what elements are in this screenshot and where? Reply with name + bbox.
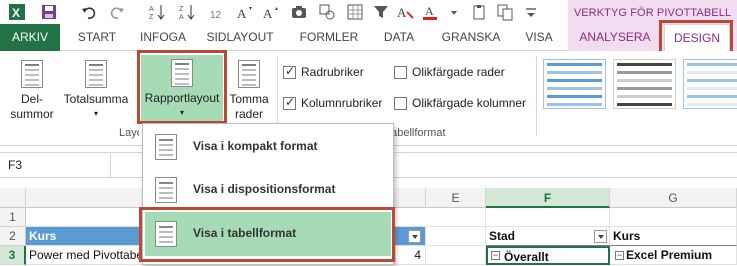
context-tab-group-title: VERKTYG FÖR PIVOTTABELL xyxy=(573,7,732,19)
collapse-minus-icon[interactable]: − xyxy=(491,251,500,260)
column-header-f[interactable]: F xyxy=(486,188,610,208)
olikfargade-rader-label: Olikfärgade rader xyxy=(412,65,505,79)
clear-formatting-icon[interactable]: A xyxy=(396,3,414,21)
font-size-down-icon[interactable]: A xyxy=(236,3,254,21)
cell-d3[interactable]: 4 xyxy=(396,246,426,265)
svg-text:A: A xyxy=(425,4,434,18)
name-box-divider xyxy=(110,153,111,177)
totalsumma-label: Totalsumma xyxy=(63,92,129,106)
svg-text:A: A xyxy=(263,6,273,21)
svg-text:A: A xyxy=(149,6,154,13)
menu-item-label: Visa i dispositionsformat xyxy=(193,182,336,196)
outline-format-icon xyxy=(155,177,177,203)
tab-infoga[interactable]: INFOGA xyxy=(134,24,192,51)
dropdown-arrow-icon[interactable] xyxy=(446,3,464,21)
select-all-corner[interactable] xyxy=(0,188,26,208)
radrubriker-label: Radrubriker xyxy=(301,65,364,79)
cell[interactable] xyxy=(486,208,610,227)
tomma-label-1: Tomma xyxy=(229,92,269,106)
cell[interactable] xyxy=(610,208,737,227)
menu-item-outline-format[interactable]: Visa i dispositionsformat xyxy=(145,168,391,212)
row-header-1[interactable]: 1 xyxy=(0,208,26,227)
cell-f3-selected[interactable]: Överallt xyxy=(486,246,610,265)
chevron-down-icon: ▾ xyxy=(93,109,98,118)
camera-icon[interactable] xyxy=(290,3,308,21)
svg-text:A: A xyxy=(397,5,407,20)
clipboard-icon[interactable] xyxy=(470,3,488,21)
save-icon[interactable] xyxy=(40,3,58,21)
undo-icon[interactable] xyxy=(80,3,98,21)
redo-icon[interactable] xyxy=(108,3,126,21)
tab-data[interactable]: DATA xyxy=(374,24,424,51)
filter-icon[interactable] xyxy=(372,3,390,21)
cell-g3[interactable]: Excel Premium xyxy=(610,246,737,265)
layout-group-label: Layout xyxy=(119,127,139,139)
tab-arkiv[interactable]: ARKIV xyxy=(0,24,60,51)
tab-analysera[interactable]: ANALYSERA xyxy=(570,24,660,51)
tab-start[interactable]: START xyxy=(72,24,122,51)
tomma-label-2: rader xyxy=(234,107,263,121)
column-header-e[interactable]: E xyxy=(426,188,486,208)
delsummor-button[interactable]: Del- summor xyxy=(8,56,56,124)
tomma-rader-button[interactable]: Tomma rader xyxy=(226,56,272,124)
row-header-2[interactable]: 2 xyxy=(0,227,26,246)
compact-format-icon xyxy=(155,134,177,160)
pivot-style-swatch[interactable] xyxy=(543,59,606,109)
kolumnrubriker-checkbox[interactable] xyxy=(283,95,296,110)
cell-g2[interactable]: Kurs xyxy=(610,227,737,246)
delsummor-label-2: summor xyxy=(10,107,54,121)
cell[interactable] xyxy=(426,227,486,246)
collapse-minus-icon[interactable]: − xyxy=(615,251,624,260)
cell[interactable] xyxy=(426,246,486,265)
pivot-style-swatch[interactable] xyxy=(613,59,676,109)
tab-formler[interactable]: FORMLER xyxy=(294,24,364,51)
sort-descending-icon[interactable]: ZA xyxy=(178,3,196,21)
sort-ascending-icon[interactable]: AZ xyxy=(148,3,166,21)
font-color-icon[interactable]: A xyxy=(422,3,440,21)
tab-visa[interactable]: VISA xyxy=(516,24,562,51)
kolumnrubriker-label: Kolumnrubriker xyxy=(301,96,383,110)
svg-text:A: A xyxy=(237,6,247,21)
blank-rows-icon xyxy=(238,60,260,88)
row-header-3[interactable]: 3 xyxy=(0,246,26,265)
grand-totals-icon xyxy=(85,60,107,88)
customize-toolbar-icon[interactable] xyxy=(522,3,540,21)
tab-granska[interactable]: GRANSKA xyxy=(434,24,508,51)
menu-item-compact-format[interactable]: Visa i kompakt format xyxy=(145,125,391,169)
shapes-icon[interactable] xyxy=(318,3,336,21)
cell-f2[interactable]: Stad xyxy=(486,227,610,246)
olikfargade-kolumner-label: Olikfärgade kolumner xyxy=(412,96,527,110)
radrubriker-checkbox[interactable] xyxy=(283,64,296,79)
olikfargade-kolumner-checkbox[interactable] xyxy=(394,97,407,110)
totalsumma-button[interactable]: Totalsumma ▾ xyxy=(60,56,132,124)
name-box[interactable]: F3 xyxy=(8,158,22,172)
font-size-icon[interactable]: 12 xyxy=(208,3,226,21)
column-header-g[interactable]: G xyxy=(610,188,737,208)
svg-text:12: 12 xyxy=(210,10,222,21)
insert-table-icon[interactable] xyxy=(346,3,364,21)
excel-logo-icon[interactable]: X xyxy=(8,3,26,21)
tabular-format-highlight-frame xyxy=(139,207,395,262)
menu-item-label: Visa i kompakt format xyxy=(193,139,318,153)
filter-dropdown-icon[interactable] xyxy=(594,230,607,243)
delsummor-label-1: Del- xyxy=(20,92,43,106)
filter-dropdown-icon[interactable] xyxy=(408,230,421,243)
pivot-style-swatch[interactable] xyxy=(683,59,737,109)
svg-text:A: A xyxy=(179,14,184,21)
olikfargade-rader-checkbox[interactable] xyxy=(394,66,407,79)
svg-text:Z: Z xyxy=(149,14,154,21)
subtotals-icon xyxy=(21,60,43,88)
group-separator xyxy=(536,56,537,136)
rapportlayout-highlight-frame xyxy=(137,50,227,124)
svg-text:Z: Z xyxy=(179,6,184,13)
copy-icon[interactable] xyxy=(496,3,514,21)
font-size-up-icon[interactable]: A xyxy=(262,3,280,21)
tab-sidlayout[interactable]: SIDLAYOUT xyxy=(199,24,281,51)
svg-text:X: X xyxy=(12,6,20,20)
